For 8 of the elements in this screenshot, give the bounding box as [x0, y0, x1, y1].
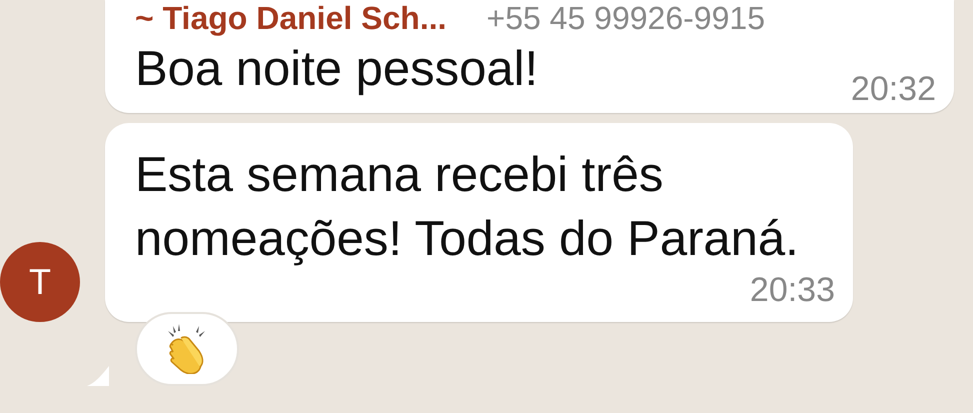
message-text: Boa noite pessoal!	[135, 41, 538, 98]
avatar[interactable]: T	[0, 242, 80, 322]
sender-phone: +55 45 99926-9915	[486, 0, 765, 37]
message-time: 20:32	[850, 70, 936, 109]
bubble-tail	[87, 366, 109, 386]
message-text: Esta semana recebi três nomeações! Todas do Paraná.	[135, 147, 800, 268]
message-time: 20:33	[748, 271, 835, 310]
sender-name: ~ Tiago Daniel Sch...	[135, 0, 446, 37]
